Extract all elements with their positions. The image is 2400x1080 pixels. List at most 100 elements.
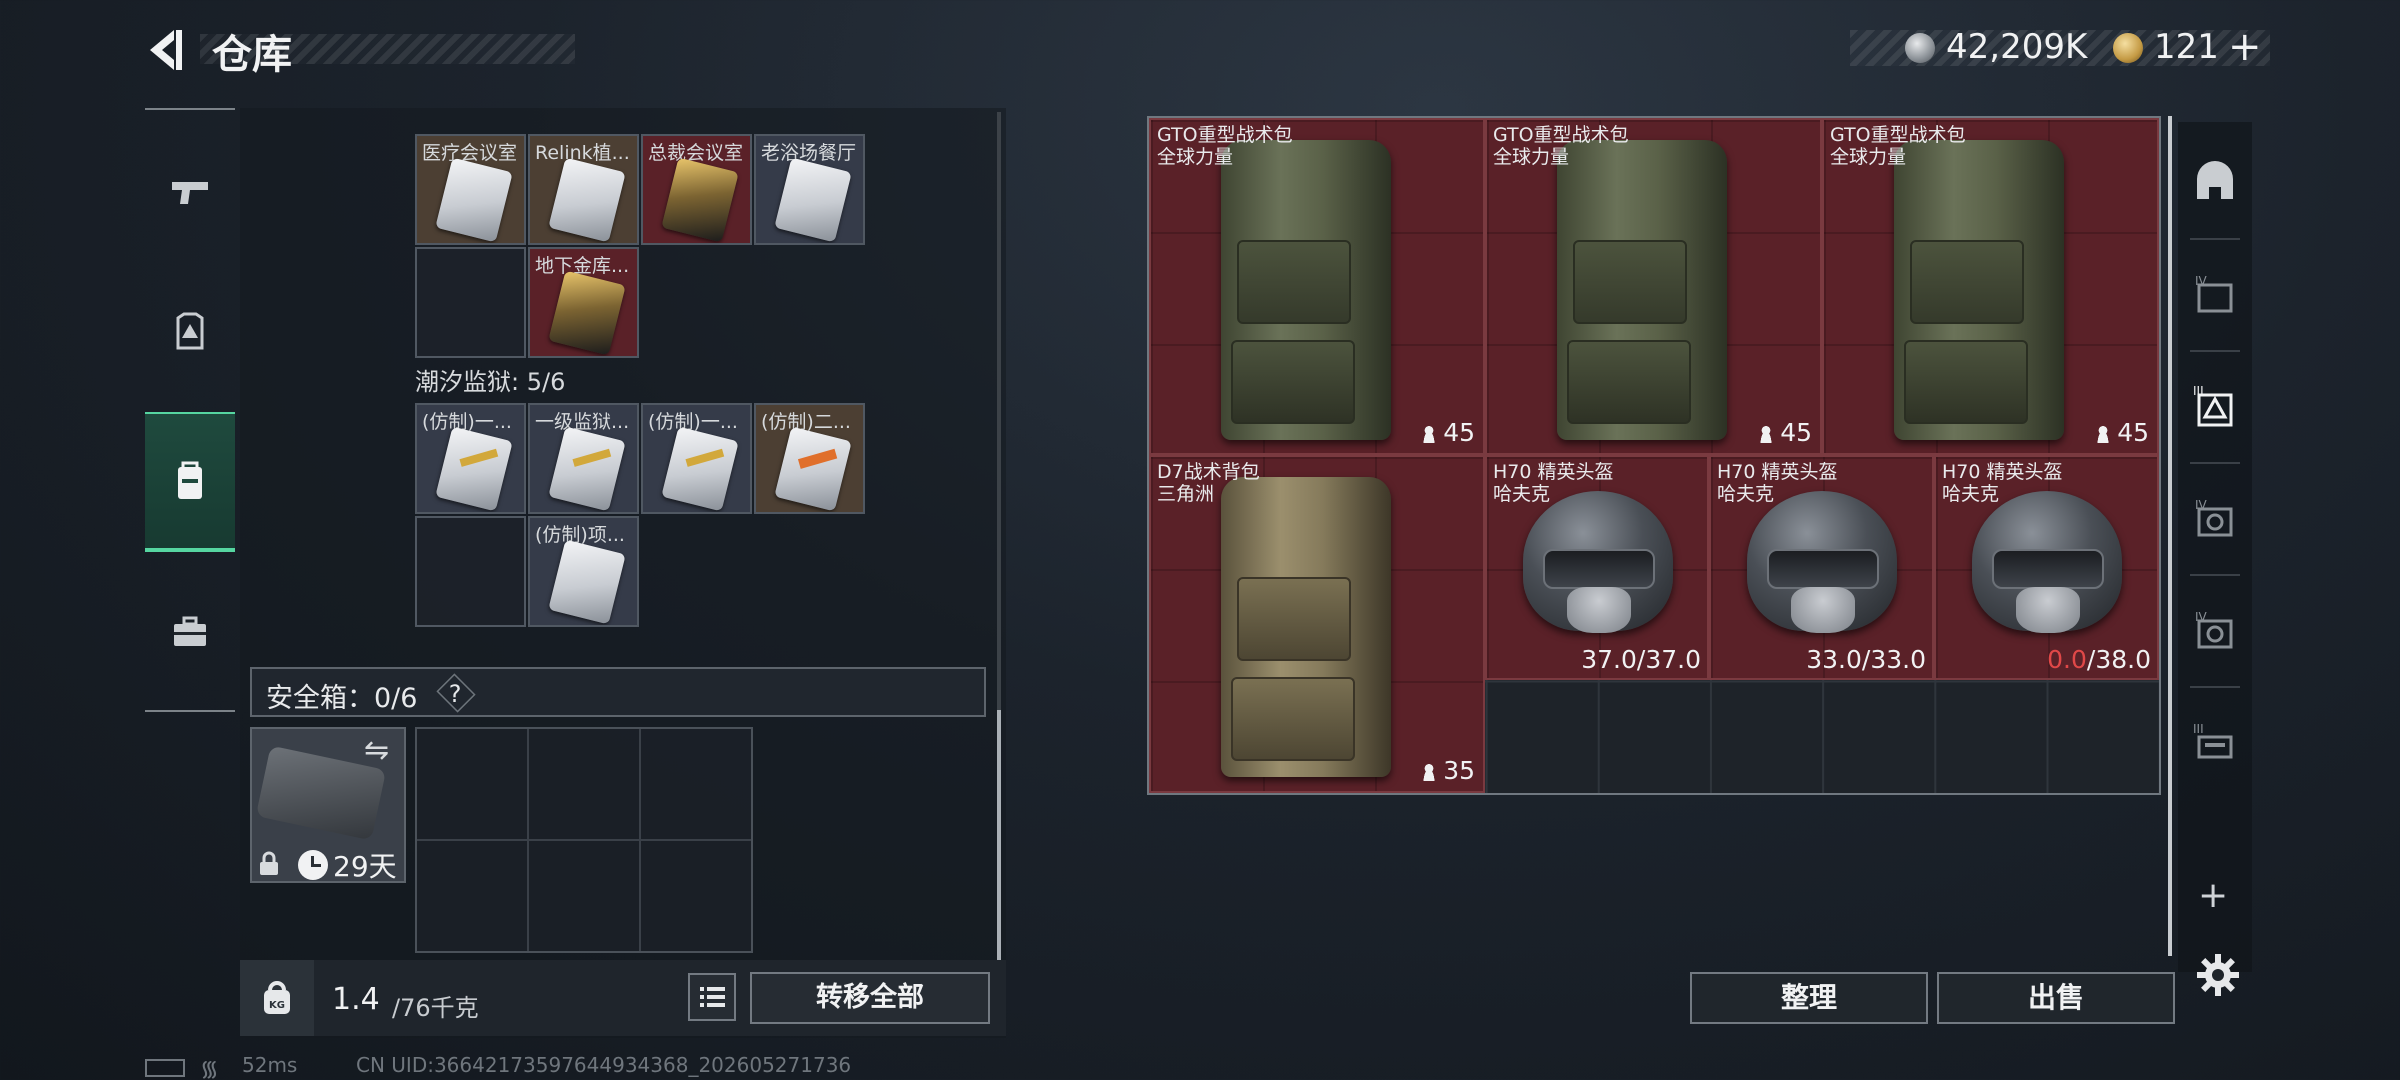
list-icon bbox=[700, 987, 725, 1007]
item-name: H70 精英头盔 哈夫克 bbox=[1942, 461, 2063, 505]
keycard-icon bbox=[774, 426, 852, 512]
svg-text:III: III bbox=[2193, 384, 2204, 398]
stash-iii-active-icon: III bbox=[2193, 384, 2233, 427]
pistol-icon bbox=[172, 182, 208, 204]
item-name: H70 精英头盔 哈夫克 bbox=[1493, 461, 1614, 505]
tab-backpack[interactable] bbox=[145, 412, 235, 552]
item-durability: 0.0/38.0 bbox=[2047, 645, 2151, 674]
add-stash-page-button[interactable]: + bbox=[2198, 875, 2228, 916]
stash-item-helmet[interactable]: H70 精英头盔 哈夫克 33.0/33.0 bbox=[1709, 455, 1934, 680]
capacity-icon bbox=[1758, 425, 1775, 443]
kettlebell-icon: KG bbox=[264, 981, 290, 1014]
page-title: 仓库 bbox=[212, 32, 292, 78]
sell-button[interactable]: 出售 bbox=[1937, 972, 2175, 1024]
tab-stash-iv[interactable]: IV bbox=[2180, 240, 2250, 350]
helmet-image bbox=[1747, 491, 1897, 633]
stash-item-helmet[interactable]: H70 精英头盔 哈夫克 37.0/37.0 bbox=[1485, 455, 1709, 680]
safebox-days-remaining: 29天 bbox=[333, 850, 397, 883]
keycard-slot[interactable]: 老浴场餐厅 bbox=[754, 134, 865, 245]
user-uid: CN UID:3664217359764493436​8_20260527173… bbox=[356, 1053, 852, 1077]
svg-text:IV: IV bbox=[2195, 498, 2208, 512]
keycard-slot[interactable]: (仿制)一... bbox=[415, 403, 526, 514]
clock-icon bbox=[298, 850, 328, 880]
tab-armor[interactable] bbox=[145, 262, 235, 402]
transfer-all-button[interactable]: 转移全部 bbox=[750, 972, 990, 1024]
weight-capacity: /76千克 bbox=[392, 994, 479, 1022]
stash-iv-icon: IV bbox=[2195, 274, 2233, 313]
svg-text:IV: IV bbox=[2195, 610, 2208, 624]
keycard-icon bbox=[548, 426, 626, 512]
keycard-icon bbox=[548, 157, 626, 243]
stash-main-icon bbox=[2197, 161, 2233, 199]
back-arrow-icon bbox=[150, 30, 182, 70]
stash-item-backpack[interactable]: GTO重型战术包 全球力量 45 bbox=[1149, 118, 1485, 455]
item-durability: 33.0/33.0 bbox=[1806, 645, 1926, 674]
svg-text:III: III bbox=[2193, 722, 2204, 736]
broken-durability: 0.0 bbox=[2047, 645, 2087, 674]
stash-item-backpack[interactable]: GTO重型战术包 全球力量 45 bbox=[1822, 118, 2159, 455]
swap-icon[interactable]: ⇋ bbox=[364, 733, 389, 768]
keycard-slot[interactable]: 地下金库... bbox=[528, 247, 639, 358]
empty-keycard-slot[interactable] bbox=[415, 247, 526, 358]
backpack-icon bbox=[178, 461, 202, 499]
backpack-image bbox=[1557, 140, 1727, 440]
back-button[interactable] bbox=[140, 26, 188, 74]
left-category-tabs bbox=[145, 108, 235, 712]
stash-scrollbar-thumb[interactable] bbox=[2168, 116, 2172, 956]
left-scrollbar-thumb[interactable] bbox=[997, 710, 1001, 960]
tidal-prison-section-label: 潮汐监狱: 5/6 bbox=[415, 368, 566, 396]
item-capacity: 45 bbox=[1758, 418, 1812, 447]
tab-weapons[interactable] bbox=[145, 122, 235, 262]
safebox-label: 安全箱：0/6 bbox=[266, 683, 418, 714]
bond-value: 121 bbox=[2154, 27, 2219, 67]
backpack-image bbox=[1221, 140, 1391, 440]
stash-item-backpack[interactable]: GTO重型战术包 全球力量 45 bbox=[1485, 118, 1822, 455]
keycard-icon bbox=[774, 157, 852, 243]
item-name: H70 精英头盔 哈夫克 bbox=[1717, 461, 1838, 505]
capacity-icon bbox=[2095, 425, 2112, 443]
money-value: 42,209K bbox=[1946, 27, 2088, 67]
svg-text:KG: KG bbox=[269, 1000, 285, 1011]
tab-stash-iv-b[interactable]: IV bbox=[2180, 464, 2250, 574]
keycard-slot[interactable]: (仿制)项... bbox=[528, 516, 639, 627]
settings-gear-icon[interactable] bbox=[2195, 952, 2241, 998]
svg-text:IV: IV bbox=[2195, 274, 2208, 288]
tab-stash-iii-active[interactable]: III bbox=[2180, 352, 2250, 462]
list-view-button[interactable] bbox=[688, 973, 736, 1021]
keycard-slot[interactable]: (仿制)一... bbox=[641, 403, 752, 514]
keycard-slot[interactable]: 一级监狱... bbox=[528, 403, 639, 514]
keycard-icon bbox=[661, 157, 739, 243]
keycard-slot[interactable]: 总裁会议室 bbox=[641, 134, 752, 245]
briefcase-icon bbox=[174, 616, 206, 646]
sort-button[interactable]: 整理 bbox=[1690, 972, 1928, 1024]
keycard-slot[interactable]: Relink植... bbox=[528, 134, 639, 245]
keycard-slot[interactable]: (仿制)二... bbox=[754, 403, 865, 514]
keycard-icon bbox=[548, 270, 626, 356]
tab-stash-iv-c[interactable]: IV bbox=[2180, 576, 2250, 686]
item-capacity: 35 bbox=[1421, 756, 1475, 785]
tab-stash-main[interactable] bbox=[2180, 126, 2250, 236]
stash-item-backpack[interactable]: D7战术背包 三角洲 35 bbox=[1149, 455, 1485, 793]
backpack-image bbox=[1894, 140, 2064, 440]
tab-equipment-case[interactable] bbox=[145, 562, 235, 702]
empty-keycard-slot[interactable] bbox=[415, 516, 526, 627]
add-currency-button[interactable]: + bbox=[2228, 24, 2262, 70]
stash-item-helmet[interactable]: H70 精英头盔 哈夫克 0.0/38.0 bbox=[1934, 455, 2159, 680]
capacity-icon bbox=[1421, 425, 1438, 443]
bond-coin-icon bbox=[2113, 33, 2143, 63]
ping-value: 52ms bbox=[242, 1053, 298, 1077]
armor-vest-icon bbox=[176, 312, 204, 350]
helmet-image bbox=[1972, 491, 2122, 633]
item-name: GTO重型战术包 全球力量 bbox=[1157, 124, 1293, 168]
keycard-icon bbox=[435, 157, 513, 243]
tab-stash-iii[interactable]: III bbox=[2180, 688, 2250, 798]
battery-icon bbox=[145, 1059, 185, 1077]
stash-iii-icon: III bbox=[2193, 722, 2233, 759]
keycard-icon bbox=[661, 426, 739, 512]
money-coin-icon bbox=[1905, 33, 1935, 63]
keycard-slot[interactable]: 医疗会议室 bbox=[415, 134, 526, 245]
capacity-icon bbox=[1421, 763, 1438, 781]
safebox-grid[interactable] bbox=[415, 727, 753, 953]
wifi-icon: ᯾ bbox=[200, 1057, 219, 1080]
keycard-icon bbox=[435, 426, 513, 512]
